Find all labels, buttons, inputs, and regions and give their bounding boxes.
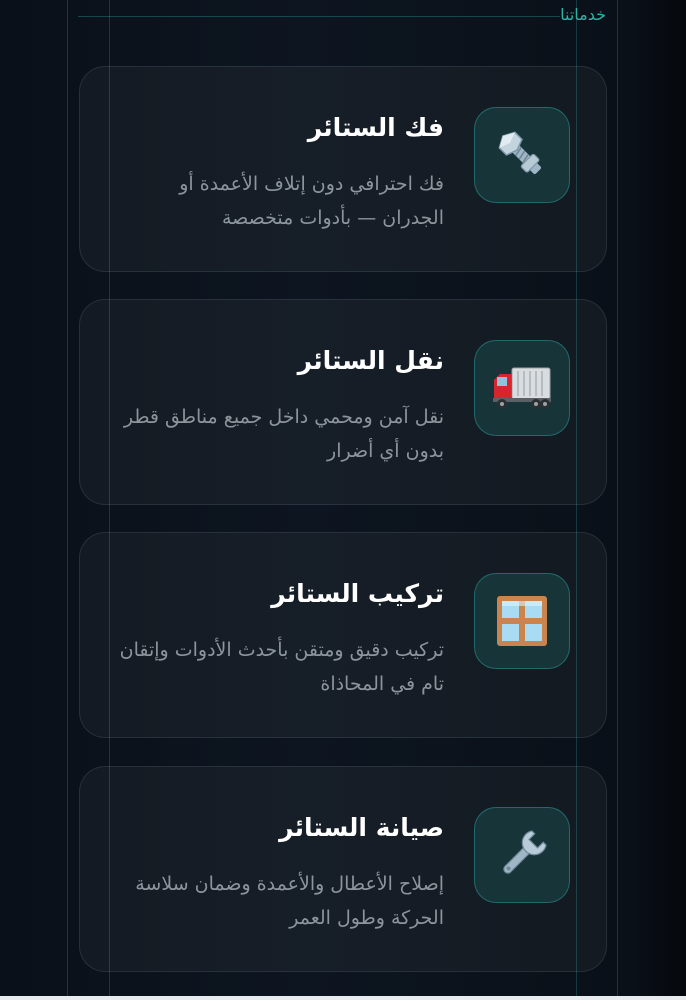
service-card-installation[interactable]: تركيب الستائر تركيب دقيق ومتقن بأحدث الأ… <box>79 532 607 738</box>
bottom-edge <box>0 996 686 1000</box>
guide-line <box>67 0 68 1000</box>
service-title: فك الستائر <box>307 113 444 142</box>
service-card-dismantle[interactable]: فك الستائر فك احترافي دون إتلاف الأعمدة … <box>79 66 607 272</box>
wrench-icon <box>503 830 547 874</box>
service-title: نقل الستائر <box>297 346 444 375</box>
service-icon-box <box>474 573 570 669</box>
service-description: فك احترافي دون إتلاف الأعمدة أو الجدران … <box>179 173 444 229</box>
service-card-moving[interactable]: نقل الستائر نقل آمن ومحمي داخل جميع مناط… <box>79 299 607 505</box>
guide-line <box>617 0 618 1000</box>
service-title: صيانة الستائر <box>279 813 444 842</box>
service-description: إصلاح الأعطال والأعمدة وضمان سلاسة الحرك… <box>135 873 444 929</box>
truck-icon <box>493 367 551 409</box>
window-icon <box>497 596 547 646</box>
service-icon-box <box>474 807 570 903</box>
service-card-maintenance[interactable]: صيانة الستائر إصلاح الأعطال والأعمدة وضم… <box>79 766 607 972</box>
services-page: خدماتنا فك الستائر فك احترافي دون إتلاف … <box>0 0 686 1000</box>
section-label: خدماتنا <box>560 5 606 24</box>
section-divider <box>78 16 560 17</box>
bolt-icon <box>498 131 541 174</box>
service-description: نقل آمن ومحمي داخل جميع مناطق قطر بدون أ… <box>123 406 444 462</box>
service-title: تركيب الستائر <box>271 579 444 608</box>
service-icon-box <box>474 340 570 436</box>
service-description: تركيب دقيق ومتقن بأحدث الأدوات وإتقان تا… <box>119 639 444 695</box>
service-icon-box <box>474 107 570 203</box>
